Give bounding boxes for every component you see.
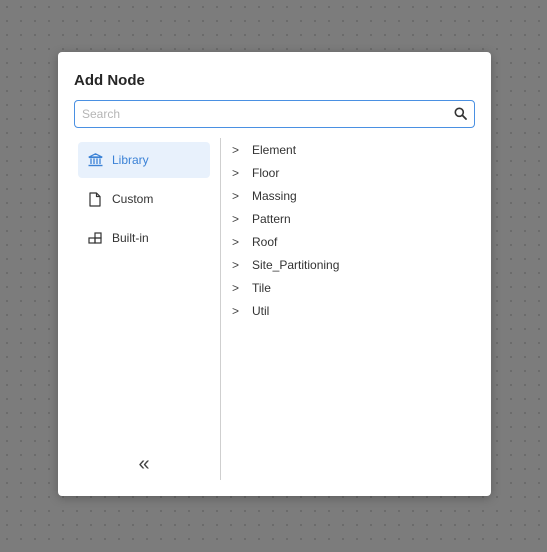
chevron-right-icon[interactable]: >	[232, 235, 252, 249]
sidebar-item-label: Built-in	[112, 231, 149, 245]
search-input[interactable]	[75, 101, 445, 126]
double-chevron-left-icon[interactable]: «	[136, 454, 152, 474]
chevron-right-icon[interactable]: >	[232, 281, 252, 295]
category-sidebar: Library Custom Built-in	[78, 142, 210, 259]
chevron-right-icon[interactable]: >	[232, 189, 252, 203]
chevron-right-icon[interactable]: >	[232, 212, 252, 226]
tree-item[interactable]: > Element	[232, 138, 339, 161]
sidebar-item-library[interactable]: Library	[78, 142, 210, 178]
tree-item[interactable]: > Tile	[232, 276, 339, 299]
search-icon[interactable]	[454, 107, 467, 120]
tree-item[interactable]: > Massing	[232, 184, 339, 207]
chevron-right-icon[interactable]: >	[232, 304, 252, 318]
add-node-dialog: Add Node Library	[58, 52, 491, 496]
sidebar-item-custom[interactable]: Custom	[78, 181, 210, 217]
sidebar-item-built-in[interactable]: Built-in	[78, 220, 210, 256]
tree-item-label: Site_Partitioning	[252, 257, 340, 272]
tree-item[interactable]: > Roof	[232, 230, 339, 253]
tree-item[interactable]: > Site_Partitioning	[232, 253, 339, 276]
chevron-right-icon[interactable]: >	[232, 258, 252, 272]
sidebar-item-label: Library	[112, 153, 149, 167]
file-icon	[87, 191, 103, 207]
library-icon	[87, 152, 103, 168]
sidebar-item-label: Custom	[112, 192, 154, 206]
blocks-icon	[87, 230, 103, 246]
tree-item-label: Pattern	[252, 211, 291, 226]
tree-item[interactable]: > Util	[232, 299, 339, 322]
tree-item-label: Massing	[252, 188, 297, 203]
node-tree: > Element > Floor > Massing > Pattern > …	[232, 138, 339, 322]
tree-item-label: Roof	[252, 234, 278, 249]
panel-divider	[220, 138, 221, 480]
chevron-right-icon[interactable]: >	[232, 166, 252, 180]
tree-item-label: Element	[252, 142, 297, 157]
tree-item[interactable]: > Pattern	[232, 207, 339, 230]
dialog-title: Add Node	[74, 72, 145, 89]
search-box[interactable]	[74, 100, 475, 128]
tree-item-label: Tile	[252, 280, 271, 295]
tree-item-label: Util	[252, 303, 270, 318]
chevron-right-icon[interactable]: >	[232, 143, 252, 157]
tree-item[interactable]: > Floor	[232, 161, 339, 184]
tree-item-label: Floor	[252, 165, 280, 180]
